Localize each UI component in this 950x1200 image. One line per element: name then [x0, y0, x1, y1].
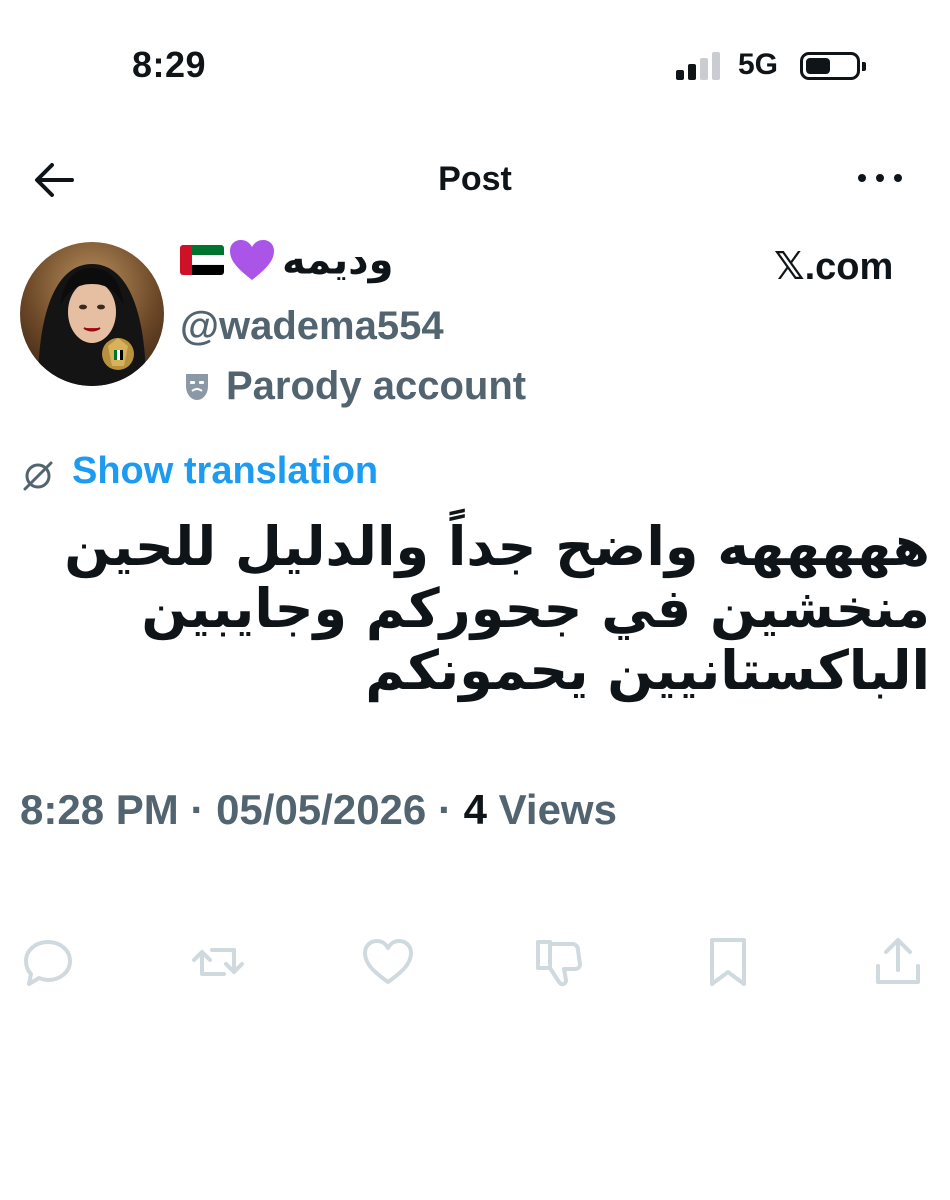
post-date: 05/05/2026	[216, 786, 427, 833]
reply-icon[interactable]	[20, 934, 76, 990]
post-time: 8:28 PM	[20, 786, 179, 833]
purple-heart-icon	[230, 240, 274, 281]
tweet-line: منخشين في جحوركم وجايبين	[141, 577, 930, 640]
page-title: Post	[438, 160, 512, 198]
watermark: 𝕏.com	[774, 246, 894, 288]
display-name[interactable]: وديمه	[180, 236, 393, 283]
share-icon[interactable]	[870, 934, 926, 990]
tweet-line: الباكستانيين يحمونكم	[365, 639, 930, 702]
repost-icon[interactable]	[190, 934, 246, 990]
view-count: 4	[463, 786, 487, 833]
parody-mask-icon	[184, 372, 210, 402]
translate-globe-icon[interactable]	[20, 458, 56, 494]
user-handle[interactable]: @wadema554	[180, 304, 444, 349]
network-type: 5G	[738, 48, 779, 81]
bookmark-icon[interactable]	[700, 934, 756, 990]
avatar[interactable]	[20, 242, 164, 386]
cellular-signal-icon	[676, 52, 724, 80]
tweet-line: هههههه واضح جداً والدليل للحين	[64, 515, 930, 578]
tweet-meta: 8:28 PM · 05/05/2026 · 4 Views	[20, 786, 617, 833]
parody-label: Parody account	[226, 364, 527, 408]
dislike-icon[interactable]	[530, 934, 586, 990]
status-time: 8:29	[132, 44, 207, 85]
display-name-text: وديمه	[282, 238, 394, 283]
show-translation-link[interactable]: Show translation	[72, 450, 378, 493]
more-horizontal-icon[interactable]	[858, 174, 902, 186]
uae-flag-icon	[180, 245, 224, 276]
tweet-text: هههههه واضح جداً والدليل للحين منخشين في…	[30, 516, 930, 702]
like-icon[interactable]	[360, 934, 416, 990]
views-label: Views	[498, 786, 617, 833]
battery-icon	[800, 52, 866, 80]
